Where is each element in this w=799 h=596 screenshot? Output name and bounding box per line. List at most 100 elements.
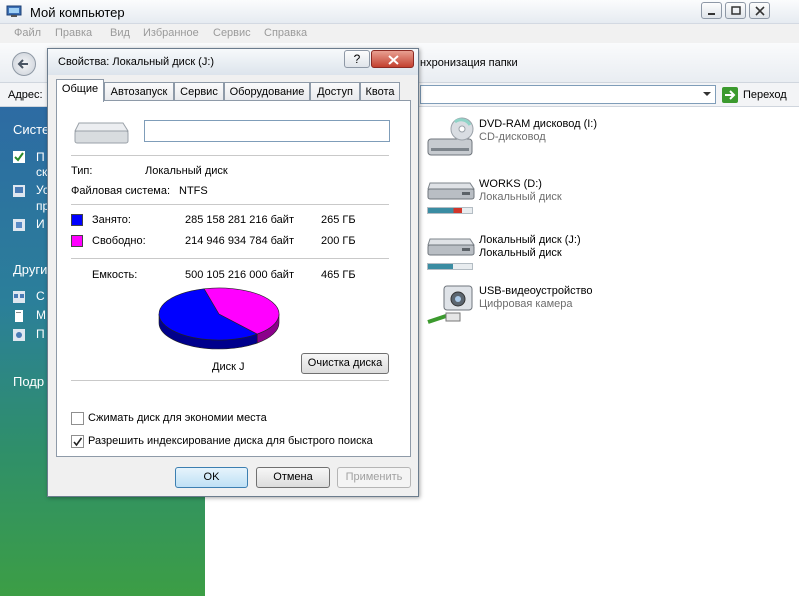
tab-autorun[interactable]: Автозапуск (104, 82, 174, 101)
chevron-down-icon[interactable] (700, 86, 714, 102)
camera-icon (427, 285, 473, 324)
dvd-drive-icon (427, 117, 474, 156)
menu-bar: Файл Правка Вид Избранное Сервис Справка (0, 24, 799, 43)
divider (71, 204, 389, 205)
volume-name-input[interactable] (144, 120, 390, 142)
tab-quota[interactable]: Квота (360, 82, 400, 101)
drive-type: Локальный диск (479, 191, 562, 203)
task-item-label[interactable]: И (36, 217, 45, 231)
hard-drive-icon (74, 122, 129, 144)
help-button[interactable]: ? (344, 50, 370, 68)
documents-icon (15, 310, 23, 322)
close-dialog-button[interactable] (371, 50, 414, 68)
free-label: Свободно: (92, 235, 146, 247)
address-label: Адрес: (8, 89, 43, 101)
index-checkbox[interactable] (71, 435, 84, 448)
checkmark-icon (73, 437, 83, 447)
drive-usage-bar (427, 263, 473, 270)
task-section-other[interactable]: Други (13, 262, 47, 277)
menu-edit[interactable]: Правка (55, 27, 92, 39)
window-titlebar[interactable]: Мой компьютер (0, 0, 799, 24)
compress-label: Сжимать диск для экономии места (88, 412, 267, 424)
capacity-bytes: 500 105 216 000 байт (185, 269, 294, 281)
compress-checkbox[interactable] (71, 412, 84, 425)
network-icon (13, 291, 25, 303)
drive-name: WORKS (D:) (479, 178, 542, 190)
task-item-label[interactable]: П (36, 327, 45, 341)
go-button[interactable]: Переход (721, 86, 791, 104)
programs-icon (13, 185, 25, 197)
drive-type: Цифровая камера (479, 298, 573, 310)
task-section-system[interactable]: Систе (13, 122, 49, 137)
used-label: Занято: (92, 214, 131, 226)
maximize-icon (731, 6, 741, 15)
close-icon (388, 55, 399, 65)
close-window-button[interactable] (749, 2, 770, 19)
filesystem-value: NTFS (179, 185, 208, 197)
computer-icon (6, 5, 22, 17)
tab-strip: Общие Автозапуск Сервис Оборудование Дос… (56, 79, 411, 102)
filesystem-label: Файловая система: (71, 185, 171, 197)
divider (71, 258, 389, 259)
apply-button[interactable]: Применить (337, 467, 411, 488)
address-input[interactable] (420, 85, 716, 104)
drive-type: CD-дисковод (479, 131, 546, 143)
minimize-icon (708, 13, 715, 15)
disk-usage-pie-chart (158, 287, 280, 350)
capacity-size: 465 ГБ (321, 269, 356, 281)
capacity-label: Емкость: (92, 269, 138, 281)
task-item-label[interactable]: С (36, 289, 45, 303)
settings-icon (13, 219, 25, 231)
task-item-label[interactable]: ск (36, 165, 47, 179)
general-tab-panel: Тип: Локальный диск Файловая система: NT… (56, 100, 411, 457)
task-item-label[interactable]: М (36, 308, 46, 322)
drive-usage-fill (428, 264, 454, 269)
hard-drive-icon (427, 182, 475, 200)
type-label: Тип: (71, 165, 93, 177)
hard-drive-icon (427, 238, 475, 256)
disk-label: Диск J (212, 361, 245, 373)
drive-name: USB-видеоустройство (479, 285, 593, 297)
used-size: 265 ГБ (321, 214, 356, 226)
arrow-left-icon (17, 59, 28, 69)
ok-button[interactable]: OK (175, 467, 248, 488)
menu-favorites[interactable]: Избранное (143, 27, 199, 39)
tab-sharing[interactable]: Доступ (310, 82, 360, 101)
free-color-swatch (71, 235, 83, 247)
free-size: 200 ГБ (321, 235, 356, 247)
tab-general[interactable]: Общие (56, 79, 104, 102)
drive-name: DVD-RAM дисковод (I:) (479, 118, 598, 130)
drive-type: Локальный диск (479, 247, 562, 259)
go-arrow-icon (722, 87, 738, 103)
drive-usage-bar (427, 207, 473, 214)
sync-folder-button[interactable]: нхронизация папки (420, 57, 518, 69)
close-icon (755, 6, 765, 16)
free-bytes: 214 946 934 784 байт (185, 235, 294, 247)
control-panel-icon (13, 329, 25, 341)
checkmark-icon (13, 151, 25, 163)
dialog-titlebar[interactable]: Свойства: Локальный диск (J:) ? (48, 49, 418, 75)
divider (71, 380, 389, 381)
maximize-button[interactable] (725, 2, 746, 19)
disk-cleanup-button[interactable]: Очистка диска (301, 353, 389, 374)
task-item-label[interactable]: П (36, 150, 45, 164)
dialog-title: Свойства: Локальный диск (J:) (58, 56, 215, 68)
back-button[interactable] (12, 52, 36, 76)
drive-name: Локальный диск (J:) (479, 234, 581, 246)
cancel-button[interactable]: Отмена (256, 467, 330, 488)
menu-view[interactable]: Вид (110, 27, 130, 39)
task-section-details[interactable]: Подр (13, 374, 44, 389)
tab-tools[interactable]: Сервис (174, 82, 224, 101)
menu-help[interactable]: Справка (264, 27, 307, 39)
tab-hardware[interactable]: Оборудование (224, 82, 310, 101)
go-label: Переход (743, 89, 787, 101)
index-label: Разрешить индексирование диска для быстр… (88, 435, 373, 447)
divider (71, 155, 389, 156)
used-color-swatch (71, 214, 83, 226)
menu-file[interactable]: Файл (14, 27, 41, 39)
drive-usage-fill (428, 208, 463, 213)
minimize-button[interactable] (701, 2, 722, 19)
properties-dialog: Свойства: Локальный диск (J:) ? Общие Ав… (47, 48, 419, 497)
menu-tools[interactable]: Сервис (213, 27, 251, 39)
used-bytes: 285 158 281 216 байт (185, 214, 294, 226)
